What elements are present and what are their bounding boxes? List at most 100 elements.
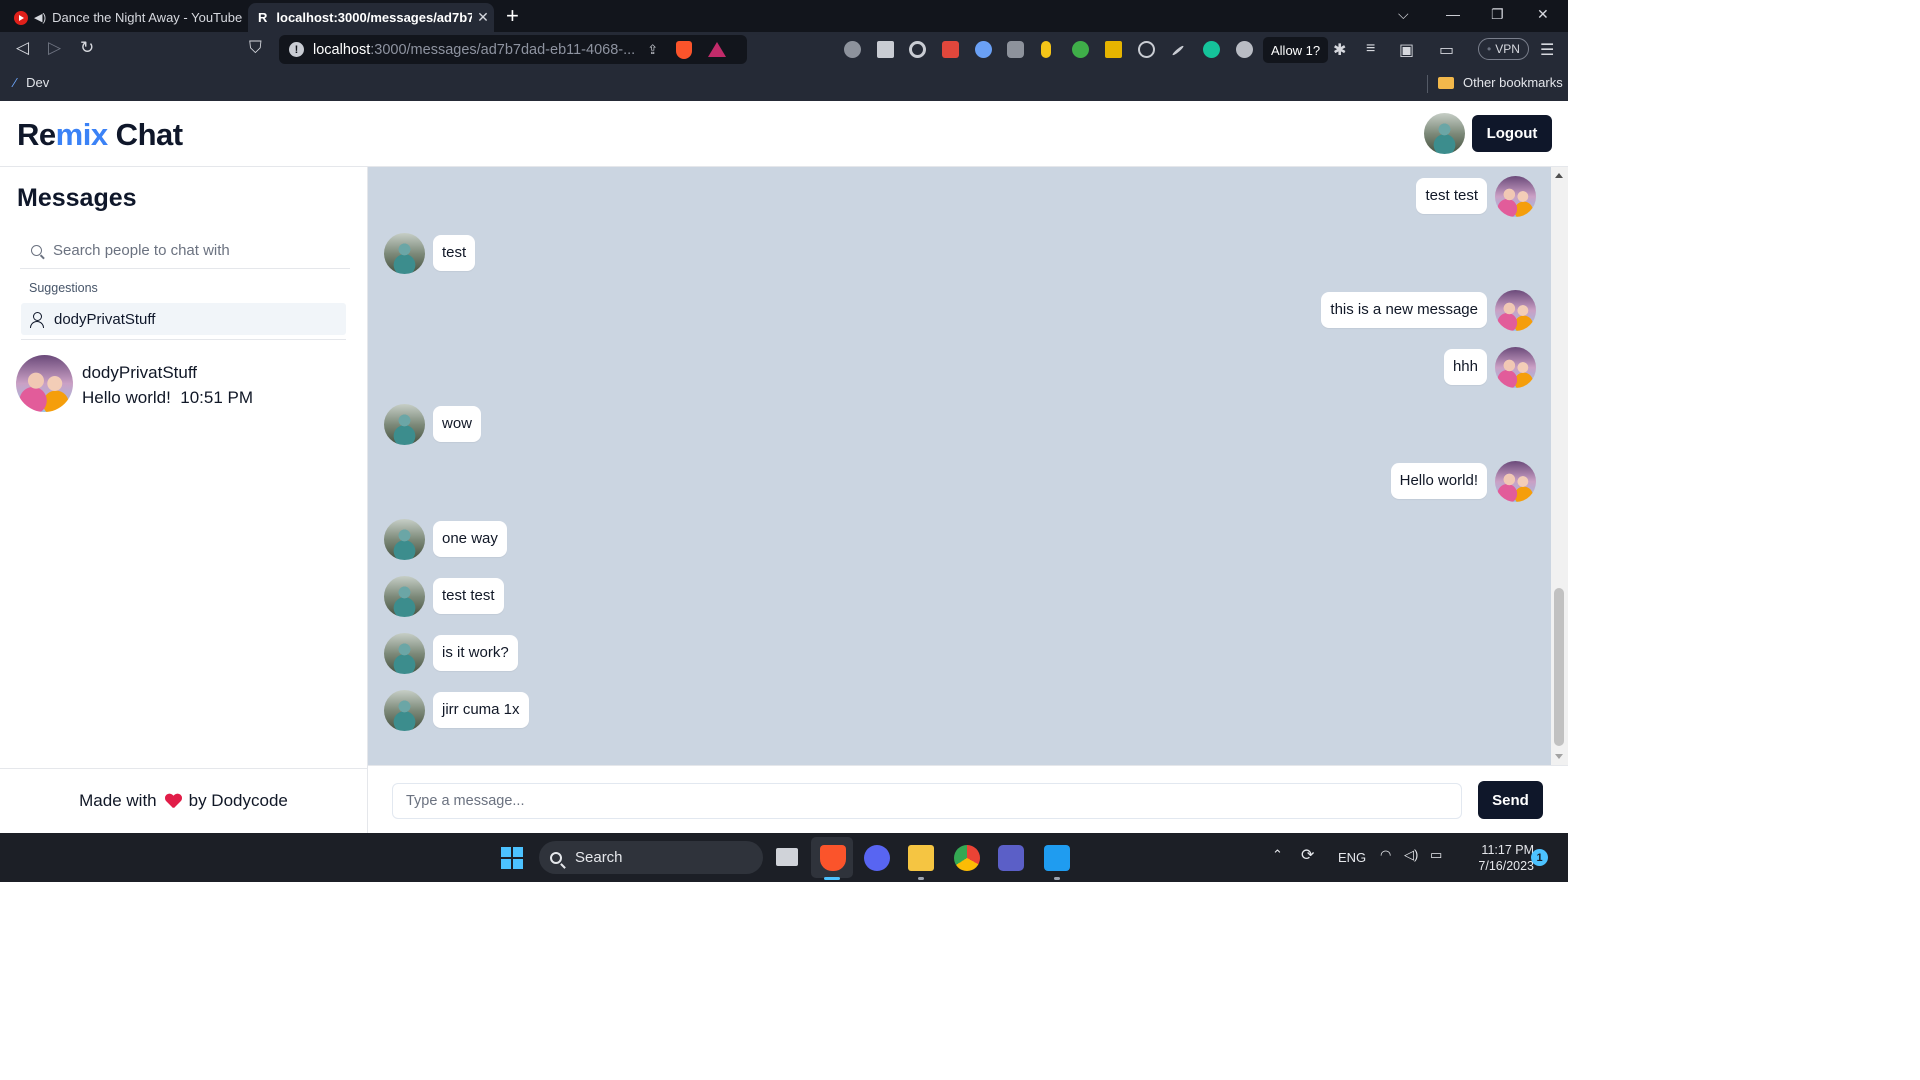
- minimize-window-button[interactable]: —: [1446, 6, 1460, 22]
- clock-date: 7/16/2023: [1478, 859, 1534, 873]
- message-outgoing: hhh: [1443, 346, 1536, 388]
- discord-icon[interactable]: [864, 845, 890, 871]
- app-logo[interactable]: Remix Chat: [17, 117, 183, 153]
- leaf-extension-icon[interactable]: [1072, 41, 1089, 58]
- chip-extension-icon[interactable]: [1007, 41, 1024, 58]
- tab-search-chevron-icon[interactable]: ⌵: [1398, 6, 1409, 23]
- reload-button[interactable]: ↻: [80, 38, 94, 58]
- share-icon[interactable]: ⇪: [647, 42, 658, 58]
- user-avatar[interactable]: [1424, 113, 1465, 154]
- wifi-icon[interactable]: ◠: [1380, 847, 1391, 863]
- sidebar-title: Messages: [17, 184, 137, 212]
- search-extension-icon[interactable]: [975, 41, 992, 58]
- ghost-extension-icon[interactable]: [1236, 41, 1253, 58]
- browser-toolbar: ◁ ▷ ↻ ⛉ ! localhost :3000/messages/ad7b7…: [0, 32, 1568, 68]
- pen-extension-icon[interactable]: [1171, 44, 1185, 57]
- vpn-label: VPN: [1495, 42, 1520, 56]
- sender-avatar: [384, 403, 425, 445]
- url-host: localhost: [313, 41, 371, 58]
- brave-rewards-icon[interactable]: [708, 42, 727, 57]
- logout-button[interactable]: Logout: [1472, 115, 1552, 152]
- grammarly-icon[interactable]: [1203, 41, 1220, 58]
- message-incoming: jirr cuma 1x: [384, 689, 529, 731]
- message-bubble: test test: [1416, 178, 1487, 214]
- suggestion-name: dodyPrivatStuff: [54, 310, 156, 328]
- teams-icon[interactable]: [998, 845, 1024, 871]
- folder-extension-icon[interactable]: [1105, 41, 1122, 58]
- message-outgoing: this is a new message: [1321, 289, 1536, 331]
- start-button[interactable]: [501, 847, 523, 869]
- color-picker-extension-icon[interactable]: [942, 41, 959, 58]
- people-search: [20, 233, 350, 269]
- sender-avatar: [384, 632, 425, 674]
- message-input[interactable]: [392, 783, 1462, 819]
- language-indicator[interactable]: ENG: [1338, 850, 1366, 865]
- taskbar-clock[interactable]: 11:17 PM 7/16/2023: [1458, 842, 1534, 874]
- brave-browser-icon[interactable]: [820, 845, 846, 871]
- tab-remix-chat[interactable]: R localhost:3000/messages/ad7b7dad ✕: [248, 3, 494, 32]
- chrome-icon[interactable]: [954, 845, 980, 871]
- media-controls-icon[interactable]: ≡: [1366, 40, 1375, 58]
- chevron-up-icon[interactable]: ⌃: [1272, 847, 1283, 863]
- brand-part-1: Re: [17, 117, 56, 152]
- battery-icon[interactable]: ▭: [1430, 847, 1442, 863]
- address-bar[interactable]: ! localhost :3000/messages/ad7b7dad-eb11…: [279, 35, 747, 64]
- sender-avatar: [384, 232, 425, 274]
- wallet-icon[interactable]: ▭: [1439, 40, 1454, 60]
- message-bubble: jirr cuma 1x: [433, 692, 529, 728]
- contact-avatar: [16, 355, 73, 412]
- brave-shields-icon[interactable]: [676, 40, 693, 59]
- bookmark-page-icon[interactable]: ⛉: [249, 38, 262, 58]
- compass-extension-icon[interactable]: [1138, 41, 1155, 58]
- target-extension-icon[interactable]: [909, 41, 926, 58]
- volume-icon[interactable]: ◁): [1404, 847, 1418, 863]
- scroll-up-arrow-icon[interactable]: [1555, 173, 1563, 178]
- sync-icon[interactable]: ⟳: [1301, 845, 1314, 865]
- allow-extension-pill[interactable]: Allow 1?: [1263, 37, 1329, 63]
- screenshot-extension-icon[interactable]: [844, 41, 861, 58]
- message-bubble: this is a new message: [1321, 292, 1487, 328]
- message-bubble: test test: [433, 578, 504, 614]
- other-bookmarks[interactable]: Other bookmarks: [1438, 75, 1563, 90]
- back-button[interactable]: ◁: [16, 38, 29, 58]
- vpn-button[interactable]: • VPN: [1478, 38, 1529, 60]
- audio-playing-icon[interactable]: ◀): [34, 11, 46, 24]
- chat-scrollbar[interactable]: [1551, 167, 1568, 765]
- send-button[interactable]: Send: [1478, 781, 1543, 819]
- forward-button[interactable]: ▷: [48, 38, 61, 58]
- scroll-down-arrow-icon[interactable]: [1555, 754, 1563, 759]
- scrollbar-thumb[interactable]: [1554, 588, 1564, 746]
- task-view-icon[interactable]: [776, 848, 798, 866]
- site-info-icon[interactable]: !: [289, 42, 304, 57]
- pin-extension-icon[interactable]: [1041, 41, 1051, 58]
- browser-menu-icon[interactable]: ☰: [1540, 40, 1554, 60]
- vscode-icon[interactable]: [1044, 845, 1070, 871]
- browser-tab-strip: ◀) Dance the Night Away - YouTube Music …: [0, 0, 1568, 32]
- open-app-indicator: [918, 877, 924, 880]
- vue-devtools-icon[interactable]: [877, 41, 894, 58]
- taskbar-search[interactable]: Search: [539, 841, 763, 874]
- file-explorer-icon[interactable]: [908, 845, 934, 871]
- new-tab-button[interactable]: +: [506, 3, 519, 29]
- chat-thread[interactable]: test test test this is a new message hhh…: [368, 167, 1568, 765]
- sidebar-toggle-icon[interactable]: ▣: [1399, 40, 1414, 60]
- suggestion-item[interactable]: dodyPrivatStuff: [21, 303, 346, 335]
- bookmarks-bar: ⁄ Dev Other bookmarks: [0, 68, 1568, 101]
- message-bubble: is it work?: [433, 635, 518, 671]
- messages-sidebar: Messages Suggestions dodyPrivatStuff dod…: [0, 167, 368, 833]
- message-incoming: one way: [384, 518, 507, 560]
- restore-window-button[interactable]: ❐: [1491, 6, 1504, 23]
- bookmark-dev[interactable]: ⁄ Dev: [14, 75, 49, 90]
- search-icon: [550, 851, 562, 864]
- close-window-button[interactable]: ✕: [1537, 6, 1549, 23]
- extensions-puzzle-icon[interactable]: ✱: [1333, 40, 1346, 60]
- message-bubble: one way: [433, 521, 507, 557]
- tab-youtube-music[interactable]: ◀) Dance the Night Away - YouTube Music: [8, 3, 244, 32]
- notification-badge[interactable]: 1: [1531, 849, 1548, 866]
- message-bubble: hhh: [1443, 349, 1487, 385]
- conversation-item[interactable]: dodyPrivatStuff Hello world! 10:51 PM: [16, 355, 356, 413]
- sender-avatar: [384, 689, 425, 731]
- search-input[interactable]: [53, 242, 333, 259]
- message-bubble: wow: [433, 406, 482, 442]
- tab-close-icon[interactable]: ✕: [472, 9, 494, 26]
